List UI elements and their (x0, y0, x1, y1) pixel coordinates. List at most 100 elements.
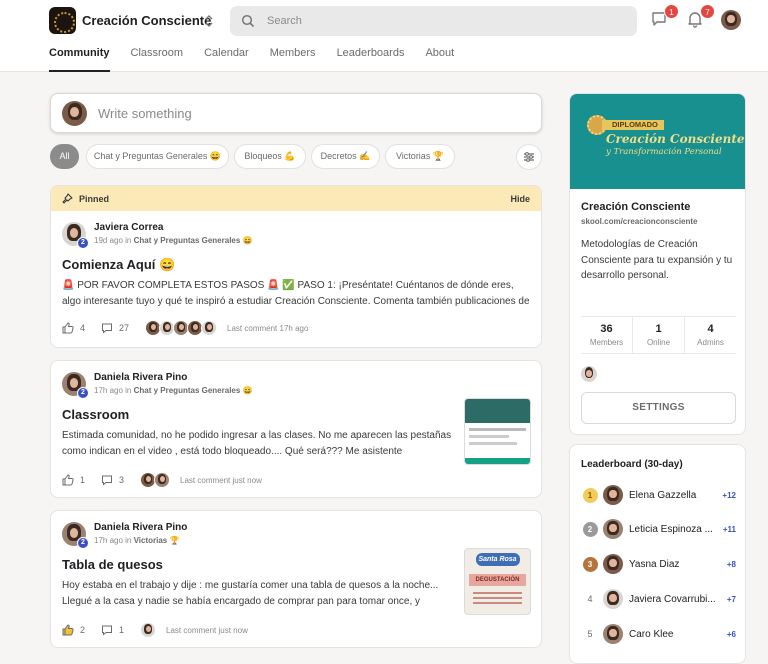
silver-medal-icon: 2 (582, 521, 598, 537)
member-name: Javiera Covarrubi... (629, 593, 716, 605)
stat-online[interactable]: 1 Online (632, 317, 684, 353)
hide-button[interactable]: Hide (510, 194, 530, 204)
post-meta: 17h ago in Chat y Preguntas Generales 😄 (94, 386, 253, 395)
nav-tabs: Community Classroom Calendar Members Lea… (49, 46, 475, 72)
post-body: Estimada comunidad, no he podido ingresa… (62, 430, 452, 457)
post-card[interactable]: 2 Daniela Rivera Pino 17h ago in Victori… (50, 510, 542, 648)
user-avatar[interactable] (721, 10, 741, 30)
commenter-avatar[interactable] (201, 320, 218, 336)
post-card[interactable]: 2 Daniela Rivera Pino 17h ago in Chat y … (50, 360, 542, 498)
search-bar[interactable] (230, 6, 637, 36)
group-stats: 36 Members 1 Online 4 Admins (581, 316, 736, 354)
last-comment-time: Last comment 17h ago (227, 323, 309, 333)
group-cover: DIPLOMADO Creación Consciente y Transfor… (570, 94, 745, 189)
group-logo (49, 7, 76, 34)
post-composer[interactable]: Write something (50, 93, 542, 133)
like-icon[interactable] (62, 474, 74, 486)
tab-members[interactable]: Members (270, 46, 316, 72)
leaderboard-row[interactable]: 4 Javiera Covarrubi... +7 (581, 588, 736, 610)
tab-calendar[interactable]: Calendar (204, 46, 249, 72)
notifications-badge: 7 (700, 4, 715, 19)
like-icon-filled[interactable] (62, 624, 74, 636)
group-brand[interactable]: Creación Consciente (49, 7, 211, 34)
post-title[interactable]: Tabla de quesos (62, 557, 163, 572)
leaderboard-row[interactable]: 1 Elena Gazzella +12 (581, 484, 736, 506)
member-avatar (603, 519, 623, 539)
comment-count: 3 (119, 475, 125, 485)
composer-avatar (62, 100, 87, 126)
author-name[interactable]: Javiera Correa (94, 222, 253, 233)
admin-avatar[interactable] (581, 366, 597, 382)
cover-title: Creación Consciente (606, 132, 745, 146)
last-comment-time: Last comment just now (180, 475, 262, 485)
cover-tag: DIPLOMADO (602, 120, 664, 130)
member-name: Yasna Diaz (629, 558, 680, 570)
notifications-button[interactable]: 7 (686, 4, 715, 30)
group-name: Creación Consciente (82, 13, 212, 28)
top-header: Creación Consciente 1 7 Community Classr… (0, 0, 768, 72)
post-title[interactable]: Comienza Aquí 😄 (62, 257, 175, 273)
level-badge: 2 (77, 537, 89, 549)
tab-community[interactable]: Community (49, 46, 110, 72)
filter-all[interactable]: All (50, 144, 79, 169)
post-footer: 1 3 Last comment just now (62, 471, 262, 489)
comment-icon[interactable] (101, 474, 113, 486)
rank-number: 5 (587, 629, 593, 639)
comment-count: 1 (119, 625, 125, 635)
search-input[interactable] (267, 15, 607, 27)
thumbnail-label: DEGUSTACIÓN (469, 574, 526, 586)
filter-bloqueos[interactable]: Bloqueos 💪 (234, 144, 306, 169)
rank-number: 4 (587, 594, 593, 604)
author-name[interactable]: Daniela Rivera Pino (94, 522, 187, 533)
post-body: Hoy estaba en el trabajo y dije : me gus… (62, 580, 439, 607)
group-title: Creación Consciente (581, 201, 691, 213)
leaderboard-title: Leaderboard (30-day) (581, 459, 683, 470)
pin-icon (62, 193, 73, 204)
tab-classroom[interactable]: Classroom (131, 46, 184, 72)
comment-count: 27 (119, 323, 130, 333)
stat-members[interactable]: 36 Members (581, 317, 632, 353)
commenter-avatar[interactable] (154, 472, 171, 488)
chevron-updown-icon[interactable] (204, 13, 214, 29)
comment-icon[interactable] (101, 322, 113, 334)
bronze-medal-icon: 3 (582, 556, 598, 572)
pinned-label: Pinned (79, 193, 110, 204)
post-title[interactable]: Classroom (62, 407, 129, 422)
filter-chat-preguntas[interactable]: Chat y Preguntas Generales 😄 (86, 144, 229, 169)
leaderboard-row[interactable]: 5 Caro Klee +6 (581, 623, 736, 645)
comment-icon[interactable] (101, 624, 113, 636)
settings-button[interactable]: SETTINGS (581, 392, 736, 424)
chat-button[interactable]: 1 (650, 4, 679, 30)
post-category[interactable]: Chat y Preguntas Generales 😄 (134, 386, 253, 395)
member-avatar (603, 554, 623, 574)
post-category[interactable]: Victorias 🏆 (134, 536, 180, 545)
post-thumbnail[interactable] (464, 398, 531, 465)
tab-leaderboards[interactable]: Leaderboards (337, 46, 405, 72)
filter-victorias[interactable]: Victorias 🏆 (385, 144, 455, 169)
post-thumbnail[interactable]: Santa Rosa DEGUSTACIÓN (464, 548, 531, 615)
commenter-avatar[interactable] (140, 622, 157, 638)
leaderboard-card: Leaderboard (30-day) 1 Elena Gazzella +1… (569, 444, 746, 664)
group-info-card: DIPLOMADO Creación Consciente y Transfor… (569, 93, 746, 435)
group-url[interactable]: skool.com/creacionconsciente (581, 217, 698, 226)
filter-decretos[interactable]: Decretos ✍️ (311, 144, 380, 169)
post-body: 🚨 POR FAVOR COMPLETA ESTOS PASOS 🚨 ✅ PAS… (62, 280, 530, 307)
filter-settings-button[interactable] (516, 144, 542, 170)
post-footer: 2 1 Last comment just now (62, 621, 248, 639)
tab-about[interactable]: About (425, 46, 454, 72)
post-card[interactable]: Pinned Hide 2 Javiera Correa 19d ago in … (50, 185, 542, 348)
leaderboard-row[interactable]: 3 Yasna Diaz +8 (581, 553, 736, 575)
leaderboard-row[interactable]: 2 Leticia Espinoza ... +11 (581, 518, 736, 540)
stat-admins[interactable]: 4 Admins (684, 317, 736, 353)
member-name: Elena Gazzella (629, 489, 697, 501)
pinned-bar: Pinned Hide (51, 186, 541, 211)
like-icon[interactable] (62, 322, 74, 334)
post-category[interactable]: Chat y Preguntas Generales 😄 (134, 236, 253, 245)
thumbnail-brand: Santa Rosa (475, 553, 520, 566)
member-avatar (603, 485, 623, 505)
group-description: Metodologías de Creación Consciente para… (581, 239, 733, 281)
sliders-icon (524, 152, 534, 162)
cover-subtitle: y Transformación Personal (606, 147, 722, 157)
like-count: 2 (80, 625, 86, 635)
author-name[interactable]: Daniela Rivera Pino (94, 372, 253, 383)
